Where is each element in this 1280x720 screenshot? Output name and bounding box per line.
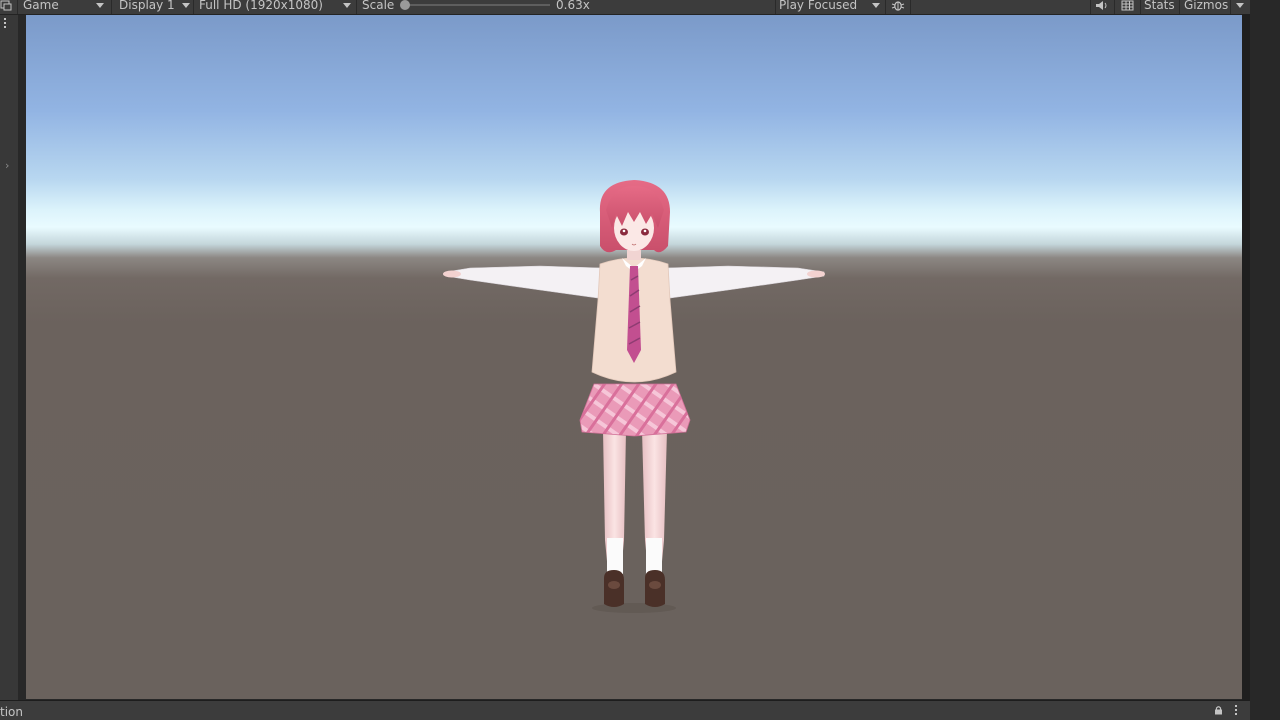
lock-icon[interactable]: [1214, 705, 1223, 715]
left-gutter: ›: [0, 15, 18, 700]
gizmos-toggle[interactable]: Gizmos: [1184, 0, 1228, 14]
kebab-menu-icon[interactable]: [4, 18, 7, 30]
scale-slider-thumb[interactable]: [400, 0, 410, 10]
scale-value: 0.63x: [556, 0, 590, 12]
scale-label: Scale: [362, 0, 395, 12]
window-edge: [1250, 0, 1280, 720]
avatar-character: [443, 180, 825, 613]
chevron-right-icon[interactable]: ›: [5, 159, 9, 172]
status-text: tion: [0, 705, 23, 719]
play-mode-dropdown-label: Play Focused: [779, 0, 858, 12]
kebab-menu-icon[interactable]: [1235, 705, 1238, 717]
chevron-down-icon: [96, 3, 104, 8]
right-scroll-gutter: [1242, 14, 1250, 700]
chevron-down-icon: [872, 3, 880, 8]
chevron-down-icon: [182, 3, 190, 8]
display-dropdown-label: Display 1: [119, 0, 175, 12]
speaker-icon[interactable]: [1095, 0, 1109, 12]
scale-slider-track[interactable]: [404, 4, 550, 6]
game-viewport[interactable]: [26, 15, 1242, 699]
scene-render: [443, 180, 825, 613]
resolution-dropdown-label: Full HD (1920x1080): [199, 0, 323, 12]
chevron-down-icon: [343, 3, 351, 8]
grid-icon[interactable]: [1120, 0, 1136, 12]
stats-toggle[interactable]: Stats: [1144, 0, 1175, 14]
game-view-toolbar: Game Display 1 Full HD (1920x1080) Scale…: [0, 0, 1250, 15]
bug-icon[interactable]: [891, 0, 905, 14]
view-dropdown-label: Game: [23, 0, 59, 12]
chevron-down-icon[interactable]: [1236, 3, 1244, 8]
status-bar: tion: [0, 700, 1250, 720]
maximize-icon[interactable]: [0, 0, 12, 14]
